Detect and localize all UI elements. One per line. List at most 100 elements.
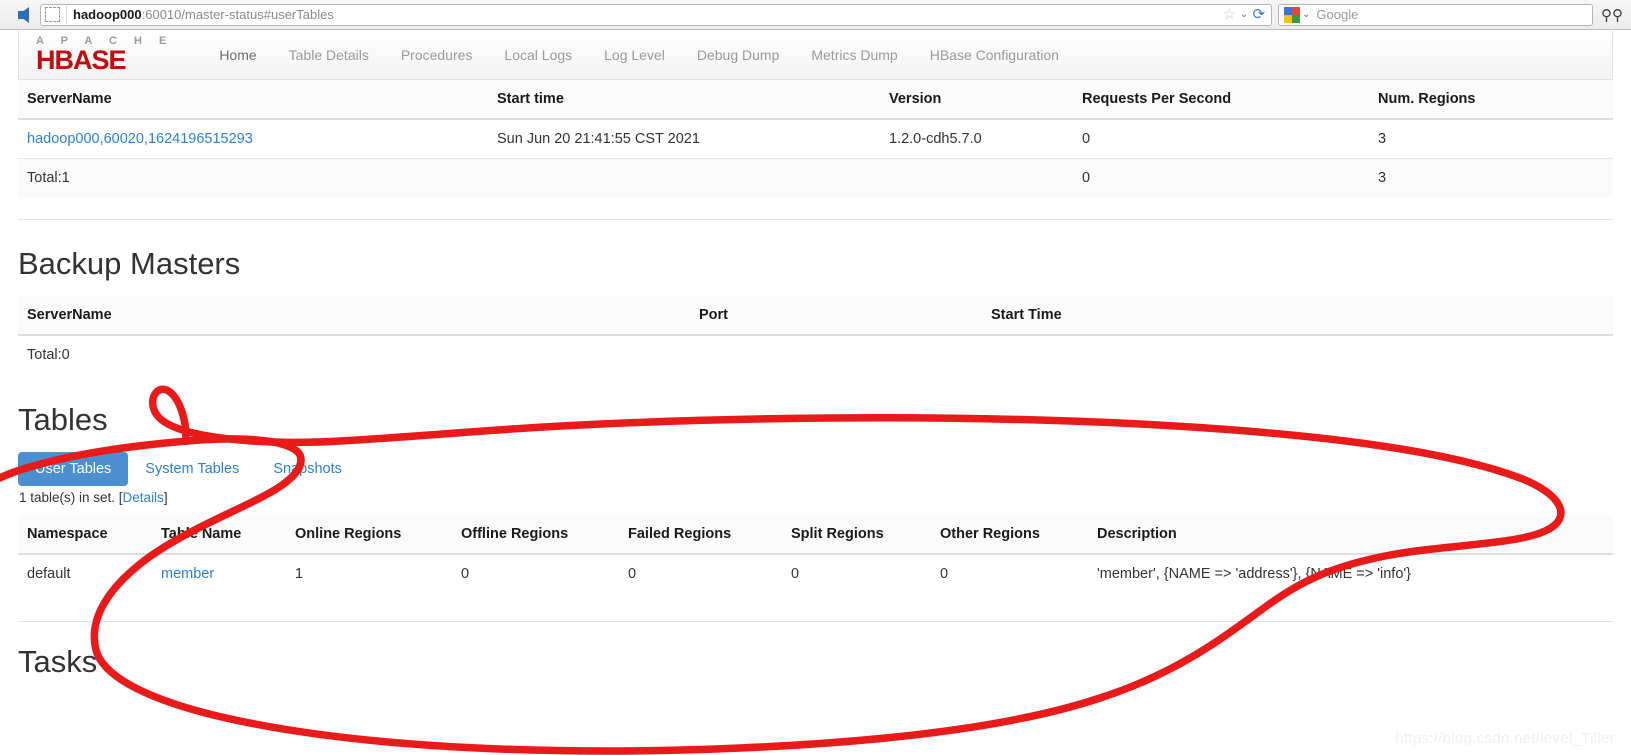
hbase-logo[interactable]: A P A C H E HBASE	[36, 36, 173, 75]
cell-namespace: default	[18, 553, 152, 593]
tables-tabs: User Tables System Tables Snapshots	[18, 452, 1613, 486]
table-name-link[interactable]: member	[161, 566, 214, 582]
cell-backup-total: Total:0	[27, 347, 70, 363]
section-divider	[18, 219, 1613, 220]
th-online-regions: Online Regions	[286, 515, 452, 555]
table-header-row: ServerName Port Start Time	[18, 296, 1613, 336]
th-version: Version	[880, 80, 1073, 120]
cell-description: 'member', {NAME => 'address'}, {NAME => …	[1088, 553, 1613, 593]
cell-backup-total-port	[690, 335, 982, 374]
search-engine-chevron-icon[interactable]: ⌄	[1302, 9, 1310, 20]
chevron-down-icon[interactable]: ⌄	[1240, 9, 1248, 20]
th-start-time: Start time	[488, 80, 880, 120]
nav-item-procedures[interactable]: Procedures	[385, 30, 489, 80]
cell-online-regions: 1	[286, 553, 452, 593]
table-header-row: ServerName Start time Version Requests P…	[18, 80, 1613, 120]
address-bar-icons: ☆ ⌄ ⟳	[1223, 7, 1267, 22]
cell-failed-regions: 0	[619, 553, 782, 593]
th-failed-regions: Failed Regions	[619, 515, 782, 555]
nav-item-debug-dump[interactable]: Debug Dump	[681, 30, 796, 80]
user-tables-header: Namespace Table Name Online Regions Offl…	[18, 515, 1613, 555]
details-link[interactable]: Details	[123, 490, 164, 505]
cell-split-regions: 0	[782, 553, 931, 593]
page-root: hadoop000:60010/master-status#userTables…	[0, 0, 1631, 755]
th-backup-server-name: ServerName	[18, 296, 690, 336]
cell-backup-total-start	[982, 335, 1613, 374]
th-num-regions: Num. Regions	[1369, 80, 1613, 120]
th-table-name: Table Name	[152, 515, 286, 555]
cell-requests-per-second: 0	[1073, 118, 1369, 159]
table-row: default member 1 0 0 0 0 'member', {NAME…	[18, 553, 1613, 593]
tables-set-note: 1 table(s) in set. [Details]	[19, 490, 1613, 505]
th-other-regions: Other Regions	[931, 515, 1088, 555]
tab-user-tables[interactable]: User Tables	[18, 452, 129, 486]
user-tables-body: default member 1 0 0 0 0 'member', {NAME…	[18, 553, 1613, 593]
nav-item-log-level[interactable]: Log Level	[588, 30, 681, 80]
hbase-navbar: A P A C H E HBASE Home Table Details Pro…	[18, 30, 1613, 80]
backup-masters-table: ServerName Port Start Time Total:0	[18, 296, 1613, 374]
set-note-suffix: ]	[163, 490, 168, 505]
nav-item-hbase-configuration[interactable]: HBase Configuration	[914, 30, 1075, 80]
cell-total-requests-per-second: 0	[1073, 158, 1369, 197]
th-offline-regions: Offline Regions	[452, 515, 619, 555]
th-server-name: ServerName	[18, 80, 488, 120]
tables-title: Tables	[18, 402, 108, 437]
user-tables-table: Namespace Table Name Online Regions Offl…	[18, 515, 1613, 593]
set-note-prefix: 1 table(s) in set. [	[19, 490, 123, 505]
cell-total-num-regions: 3	[1369, 158, 1613, 197]
cell-version: 1.2.0-cdh5.7.0	[880, 118, 1073, 159]
cell-total-label: Total:1	[18, 158, 488, 197]
bookmark-star-icon[interactable]: ☆	[1223, 7, 1236, 22]
th-namespace: Namespace	[18, 515, 152, 555]
tasks-divider	[18, 621, 1613, 622]
cell-offline-regions: 0	[452, 553, 619, 593]
region-servers-body: hadoop000,60020,1624196515293 Sun Jun 20…	[18, 118, 1613, 197]
cell-num-regions: 3	[1369, 118, 1613, 159]
th-description: Description	[1088, 515, 1613, 555]
back-button[interactable]	[6, 2, 40, 28]
nav-item-home[interactable]: Home	[203, 30, 272, 80]
page-content: ServerName Start time Version Requests P…	[0, 80, 1631, 680]
address-divider	[66, 5, 67, 24]
binoculars-icon[interactable]: ⚲⚲	[1601, 6, 1623, 24]
url-host: hadoop000	[73, 7, 142, 22]
th-backup-start-time: Start Time	[982, 296, 1613, 336]
back-arrow-icon	[17, 6, 29, 23]
server-name-link[interactable]: hadoop000,60020,1624196515293	[27, 131, 253, 147]
url-path: :60010/master-status#userTables	[141, 7, 334, 22]
search-box[interactable]: ⌄ Google	[1278, 3, 1594, 26]
region-servers-header: ServerName Start time Version Requests P…	[18, 80, 1613, 120]
favicon-placeholder-icon	[45, 7, 60, 22]
cell-table-name: member	[152, 553, 286, 593]
tab-system-tables[interactable]: System Tables	[128, 452, 256, 486]
th-split-regions: Split Regions	[782, 515, 931, 555]
nav-item-local-logs[interactable]: Local Logs	[488, 30, 588, 80]
cell-start-time: Sun Jun 20 21:41:55 CST 2021	[488, 118, 880, 159]
address-bar[interactable]: hadoop000:60010/master-status#userTables…	[40, 3, 1273, 26]
reload-icon[interactable]: ⟳	[1252, 7, 1265, 22]
table-row-total: Total:0	[18, 335, 1613, 374]
nav-item-table-details[interactable]: Table Details	[273, 30, 385, 80]
backup-masters-title: Backup Masters	[18, 246, 241, 281]
table-row: hadoop000,60020,1624196515293 Sun Jun 20…	[18, 118, 1613, 159]
backup-masters-body: Total:0	[18, 335, 1613, 374]
th-requests-per-second: Requests Per Second	[1073, 80, 1369, 120]
browser-toolbar: hadoop000:60010/master-status#userTables…	[0, 0, 1631, 30]
th-backup-port: Port	[690, 296, 982, 336]
region-servers-table: ServerName Start time Version Requests P…	[18, 80, 1613, 197]
google-icon	[1284, 6, 1301, 23]
cell-other-regions: 0	[931, 553, 1088, 593]
address-bar-url: hadoop000:60010/master-status#userTables	[73, 7, 1223, 22]
navbar-items: Home Table Details Procedures Local Logs…	[203, 30, 1075, 80]
csdn-watermark: https://blog.csdn.net/level_Tiller	[1395, 730, 1615, 747]
search-input[interactable]: Google	[1316, 7, 1358, 22]
logo-hbase-text: HBASE	[36, 45, 127, 75]
table-row-total: Total:1 0 3	[18, 158, 1613, 197]
tasks-title: Tasks	[18, 644, 98, 679]
cell-server-name: hadoop000,60020,1624196515293	[18, 118, 488, 159]
cell-total-start-time	[488, 158, 880, 197]
backup-masters-header: ServerName Port Start Time	[18, 296, 1613, 336]
table-header-row: Namespace Table Name Online Regions Offl…	[18, 515, 1613, 555]
nav-item-metrics-dump[interactable]: Metrics Dump	[795, 30, 913, 80]
tab-snapshots[interactable]: Snapshots	[256, 452, 359, 486]
